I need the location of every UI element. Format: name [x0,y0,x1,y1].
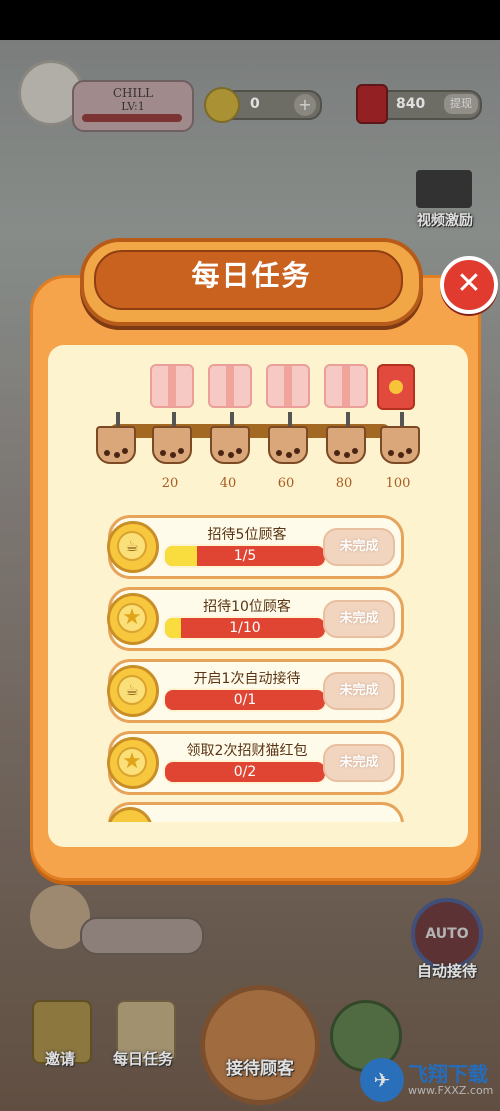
task-progress-bar: 1/5 [163,544,327,568]
task-row: ☕ 开启1次自动接待 0/1 未完成 [107,659,404,723]
star-icon: ★ [107,593,159,645]
milk-tea-cup-icon [148,412,192,464]
task-progress-bar: 0/1 [163,688,327,712]
task-progress-text: 1/10 [229,620,261,636]
task-name: 开启1次自动接待 [193,671,301,687]
task-progress-text: 0/1 [233,692,257,708]
milk-tea-cup-icon [322,412,366,464]
coin-icon: ☕ [107,521,159,573]
task-progress-bar: 0/2 [163,760,327,784]
milestone-label: 100 [385,476,411,491]
task-progress-text: 0/2 [233,764,257,780]
task-row: ★ 招待10位顾客 1/10 未完成 [107,587,404,651]
star-icon: ★ [107,737,159,789]
gift-box-icon [208,364,252,408]
milk-tea-cup-icon [206,412,250,464]
milestone-label: 20 [161,476,179,491]
task-name: 领取2次招财猫红包 [186,743,308,759]
task-status-button[interactable]: 未完成 [323,600,395,638]
task-name: 招待5位顾客 [207,527,287,543]
gift-box-icon [266,364,310,408]
milestone-label: 40 [219,476,237,491]
milk-tea-cup-icon [264,412,308,464]
gift-box-icon [150,364,194,408]
task-name: 招待10位顾客 [203,599,291,615]
gift-box-icon [324,364,368,408]
task-status-button[interactable]: 未完成 [323,744,395,782]
red-envelope-icon [377,364,415,410]
task-progress-text: 1/5 [233,548,257,564]
status-bar [0,0,500,40]
milestone-label: 80 [335,476,353,491]
modal-title: 每日任务 [191,259,312,292]
task-list-overflow [100,800,410,822]
coin-icon [107,807,153,822]
task-progress-bar: 1/10 [163,616,327,640]
task-status-button[interactable]: 未完成 [323,528,395,566]
modal-title-banner: 每日任务 [80,238,423,326]
close-button[interactable]: ✕ [440,256,498,314]
reward-red-envelope-100[interactable] [372,362,418,418]
task-status-button[interactable]: 未完成 [323,672,395,710]
task-row: ☕ 招待5位顾客 1/5 未完成 [107,515,404,579]
milk-tea-cup-icon [376,412,420,464]
coin-icon: ☕ [107,665,159,717]
milestone-label: 60 [277,476,295,491]
milk-tea-cup-icon [92,412,136,464]
task-row: ★ 领取2次招财猫红包 0/2 未完成 [107,731,404,795]
task-row-partial [107,802,404,822]
